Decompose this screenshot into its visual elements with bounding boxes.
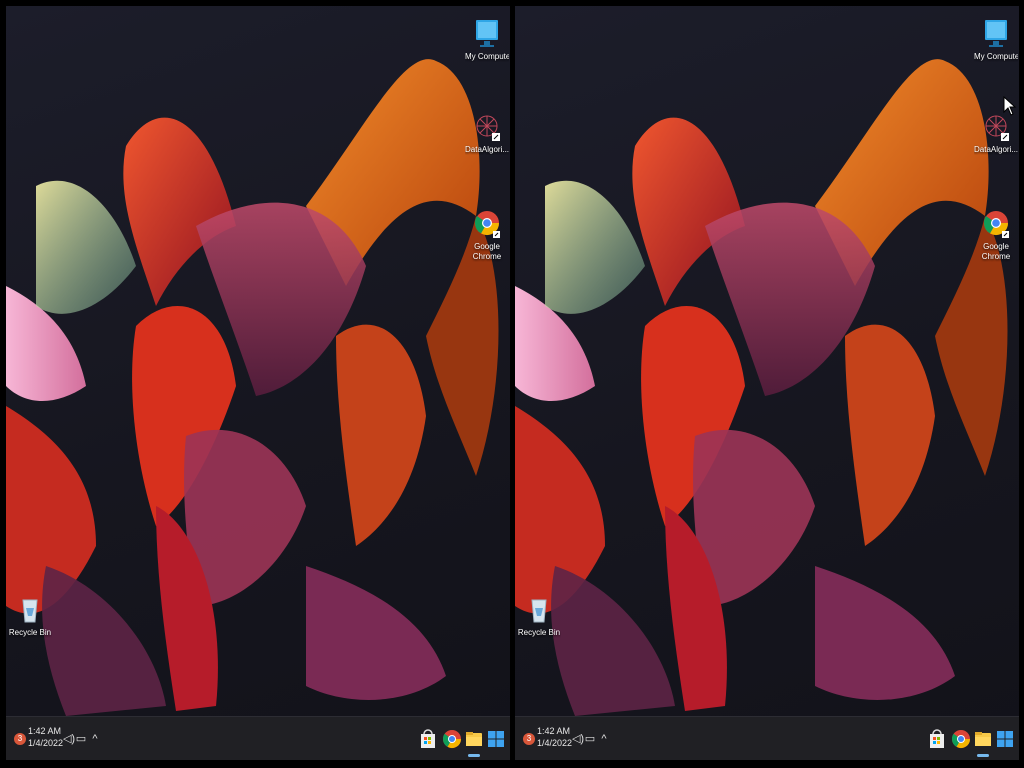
chrome-icon bbox=[981, 208, 1011, 240]
dual-screen-view: My Computer DataAlgori... Google Chrome … bbox=[0, 0, 1024, 768]
monitor-icon bbox=[981, 18, 1011, 50]
ribbon-magenta-bottom bbox=[815, 566, 955, 700]
taskbar: 3 1:42 AM 1/4/2022 ◁) ▭ ^ bbox=[6, 716, 510, 760]
desktop-icon-dataalgori[interactable]: DataAlgori... bbox=[974, 111, 1018, 155]
taskbar: 3 1:42 AM 1/4/2022 ◁) ▭ ^ bbox=[515, 716, 1019, 760]
clock-date: 1/4/2022 bbox=[537, 738, 573, 748]
windows-start-icon[interactable] bbox=[993, 727, 1017, 751]
chrome-icon[interactable] bbox=[440, 727, 464, 751]
desktop-icon-google-chrome[interactable]: Google Chrome bbox=[974, 208, 1018, 262]
clock-time: 1:42 AM bbox=[537, 726, 571, 736]
chrome-icon bbox=[472, 208, 502, 240]
desktop-icon-recycle-bin[interactable]: Recycle Bin bbox=[517, 594, 561, 638]
screen-left: My Computer DataAlgori... Google Chrome … bbox=[6, 6, 510, 760]
chevron-up-icon[interactable]: ^ bbox=[597, 732, 611, 746]
desktop-icon-label-line1: Google bbox=[474, 242, 500, 251]
folder-icon[interactable] bbox=[462, 727, 486, 757]
tray-clock[interactable]: 1:42 AM 1/4/2022 bbox=[28, 725, 63, 749]
clock-date: 1/4/2022 bbox=[28, 738, 64, 748]
desktop-icon-label-line2: Chrome bbox=[472, 252, 502, 261]
folder-icon[interactable] bbox=[971, 727, 995, 757]
desktop-icon-dataalgori[interactable]: DataAlgori... bbox=[465, 111, 509, 155]
store-icon[interactable] bbox=[925, 727, 949, 751]
notification-badge[interactable]: 3 bbox=[14, 733, 26, 745]
screen-right: My Computer DataAlgori... Google Chrome … bbox=[515, 6, 1019, 760]
desktop-icon-my-computer[interactable]: My Computer bbox=[974, 18, 1018, 62]
ribbon-orange-mid-right bbox=[336, 324, 426, 546]
wallpaper bbox=[6, 59, 499, 716]
ribbon-purple-bottom-left bbox=[42, 566, 166, 716]
desktop-icon-label: My Computer bbox=[974, 52, 1018, 61]
network-icon[interactable]: ▭ bbox=[74, 732, 88, 746]
ribbon-purple-bottom-left bbox=[551, 566, 675, 716]
desktop-icon-label: Recycle Bin bbox=[517, 628, 561, 637]
notification-badge[interactable]: 3 bbox=[523, 733, 535, 745]
desktop-icon-google-chrome[interactable]: Google Chrome bbox=[465, 208, 509, 262]
ribbon-glass-left bbox=[36, 180, 136, 314]
desktop-icon-label: Recycle Bin bbox=[8, 628, 52, 637]
store-icon[interactable] bbox=[416, 727, 440, 751]
chevron-up-icon[interactable]: ^ bbox=[88, 732, 102, 746]
recycle-bin-icon bbox=[524, 594, 554, 626]
recycle-bin-icon bbox=[15, 594, 45, 626]
desktop-icon-label-line2: Chrome bbox=[981, 252, 1011, 261]
desktop-icon-recycle-bin[interactable]: Recycle Bin bbox=[8, 594, 52, 638]
desktop-icon-label: My Computer bbox=[465, 52, 509, 61]
ribbon-orange-mid-right bbox=[845, 324, 935, 546]
network-icon[interactable]: ▭ bbox=[583, 732, 597, 746]
windows-start-icon[interactable] bbox=[484, 727, 508, 751]
monitor-icon bbox=[472, 18, 502, 50]
wallpaper bbox=[515, 59, 1008, 716]
tray-clock[interactable]: 1:42 AM 1/4/2022 bbox=[537, 725, 572, 749]
ribbon-magenta-bottom bbox=[306, 566, 446, 700]
mouse-cursor-icon bbox=[1003, 96, 1017, 116]
desktop-icon-label: DataAlgori... bbox=[465, 145, 509, 154]
clock-time: 1:42 AM bbox=[28, 726, 62, 736]
dataalgori-app-icon bbox=[472, 111, 502, 143]
desktop-icon-label: DataAlgori... bbox=[974, 145, 1018, 154]
desktop-icon-label-line1: Google bbox=[983, 242, 1009, 251]
desktop-icon-my-computer[interactable]: My Computer bbox=[465, 18, 509, 62]
chrome-icon[interactable] bbox=[949, 727, 973, 751]
ribbon-glass-left bbox=[545, 180, 645, 314]
